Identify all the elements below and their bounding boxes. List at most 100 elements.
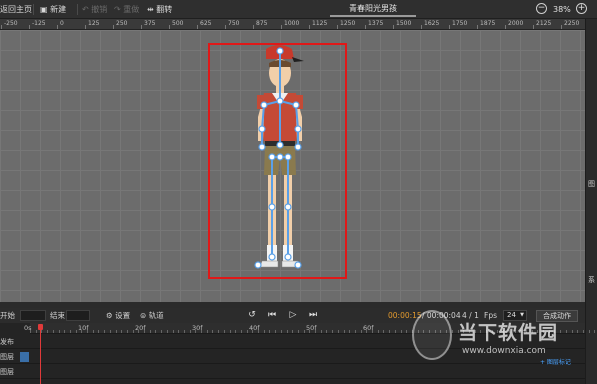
play-icon[interactable]: ▷: [287, 310, 299, 321]
watermark-url: www.downxia.com: [462, 346, 546, 356]
ruler-label: 1875: [480, 20, 496, 27]
ruler-label: 1375: [368, 20, 384, 27]
timeline-ruler-tick: [400, 330, 402, 333]
previous-frame-icon[interactable]: ⏮: [266, 310, 278, 321]
ruler-label: 250: [116, 20, 128, 27]
timeline-ruler-tick: [577, 330, 579, 333]
timeline-ruler-tick: [337, 330, 339, 333]
timeline-ruler-tick: [326, 330, 328, 333]
timeline-ruler-tick: [315, 330, 316, 333]
redo-button[interactable]: ↷ 重做: [114, 3, 139, 16]
keyframe-block[interactable]: [20, 352, 29, 362]
timeline-ruler-tick: [161, 330, 163, 333]
timeline-ruler-tick: [320, 330, 322, 333]
timeline-row[interactable]: 图层: [0, 365, 585, 379]
timeline-ruler-tick: [144, 330, 145, 333]
playhead-line: [40, 330, 41, 384]
watermark-text: 当下软件园: [458, 322, 559, 344]
ruler-label: 1500: [396, 20, 412, 27]
end-label: 结束: [50, 311, 65, 320]
redo-icon: ↷: [114, 5, 121, 14]
timeline-ruler-tick: [201, 330, 202, 333]
ruler-tick: [29, 25, 30, 29]
undo-button[interactable]: ↶ 撤销: [82, 3, 107, 16]
ruler-label: -250: [4, 20, 18, 27]
new-label: 新建: [50, 5, 67, 14]
rewind-icon[interactable]: ↺: [246, 310, 258, 321]
timeline-ruler-tick: [69, 330, 71, 333]
timeline-row-label: 图层: [0, 368, 14, 376]
zoom-level: 38%: [553, 5, 571, 14]
ruler-tick: [169, 25, 170, 29]
ruler-tick: [225, 25, 226, 29]
layer-marker-label[interactable]: + 图层标记: [540, 357, 571, 366]
timeline-ruler-tick: [372, 330, 373, 333]
timeline-ruler-tick: [41, 330, 43, 333]
zoom-out-icon[interactable]: −: [536, 3, 547, 14]
ruler-tick: [113, 25, 114, 29]
ruler-tick: [309, 25, 310, 29]
watermark-logo-icon: [412, 310, 452, 360]
horizontal-ruler: -250 -125 0 125 250 375 500 625 750 875 1000 1125 12…: [0, 19, 585, 30]
flip-button[interactable]: ⇹ 翻转: [147, 3, 172, 16]
settings-button[interactable]: ⚙ 设置: [106, 310, 130, 321]
end-frame-input[interactable]: [66, 310, 90, 321]
canvas[interactable]: [0, 30, 585, 302]
timeline-ruler-tick: [571, 330, 573, 333]
timeline-ruler-tick: [394, 330, 396, 333]
ruler-tick: [393, 25, 394, 29]
timeline-ruler-tick: [235, 330, 237, 333]
timeline-ruler-tick: [81, 330, 83, 333]
ruler-label: 125: [88, 20, 100, 27]
timeline-ruler-tick: [47, 330, 49, 333]
timeline-ruler-tick: [332, 330, 334, 333]
timeline-ruler-tick: [269, 330, 271, 333]
timeline-ruler-tick: [258, 330, 259, 333]
ruler-tick: [365, 25, 366, 29]
track-button[interactable]: ⊜ 轨道: [140, 310, 164, 321]
redo-label: 重做: [123, 5, 140, 14]
new-button[interactable]: ▣ 新建: [40, 3, 66, 16]
timeline-ruler-tick: [246, 330, 248, 333]
character-figure[interactable]: [210, 45, 345, 277]
start-label: 开始: [0, 311, 15, 320]
ruler-tick: [421, 25, 422, 29]
timeline-ruler-tick: [138, 330, 140, 333]
ruler-tick: [561, 25, 562, 29]
timeline-ruler-tick: [172, 330, 174, 333]
ruler-tick: [1, 25, 2, 29]
start-frame-input[interactable]: [20, 310, 46, 321]
timeline-row-label: 发布: [0, 338, 14, 346]
timeline-ruler-tick: [92, 330, 94, 333]
left-shoe: [259, 260, 279, 268]
ruler-tick: [477, 25, 478, 29]
back-home-button[interactable]: 返回主页: [0, 3, 32, 16]
timeline-ruler-tick: [35, 330, 37, 333]
flip-icon: ⇹: [147, 5, 154, 14]
timeline-ruler-tick: [297, 330, 299, 333]
ruler-label: 1250: [340, 20, 356, 27]
undo-label: 撤销: [91, 5, 108, 14]
timeline-ruler-tick: [104, 330, 106, 333]
timeline-ruler-tick: [195, 330, 197, 333]
next-frame-icon[interactable]: ⏭: [307, 310, 319, 321]
ruler-label: 1000: [284, 20, 300, 27]
track-label: 轨道: [148, 311, 164, 320]
document-title-tab[interactable]: 青春阳光男孩: [330, 1, 416, 17]
timeline-ruler-tick: [349, 330, 351, 333]
ruler-tick: [141, 25, 142, 29]
timeline-ruler-tick: [132, 330, 134, 333]
timeline-row-label: 图层: [0, 353, 14, 361]
timeline-ruler-tick: [366, 330, 368, 333]
timeline-ruler-tick: [582, 330, 584, 333]
timeline-ruler-tick: [354, 330, 356, 333]
timeline-ruler-tick: [594, 330, 596, 333]
stage-frame: [208, 43, 347, 279]
timeline-ruler-tick: [263, 330, 265, 333]
timeline-ruler-tick: [240, 330, 242, 333]
timeline-ruler-tick: [58, 330, 60, 333]
timeline-ruler-tick: [218, 330, 220, 333]
zoom-in-icon[interactable]: +: [576, 3, 587, 14]
ruler-tick: [253, 25, 254, 29]
timeline-ruler-tick: [87, 330, 88, 333]
